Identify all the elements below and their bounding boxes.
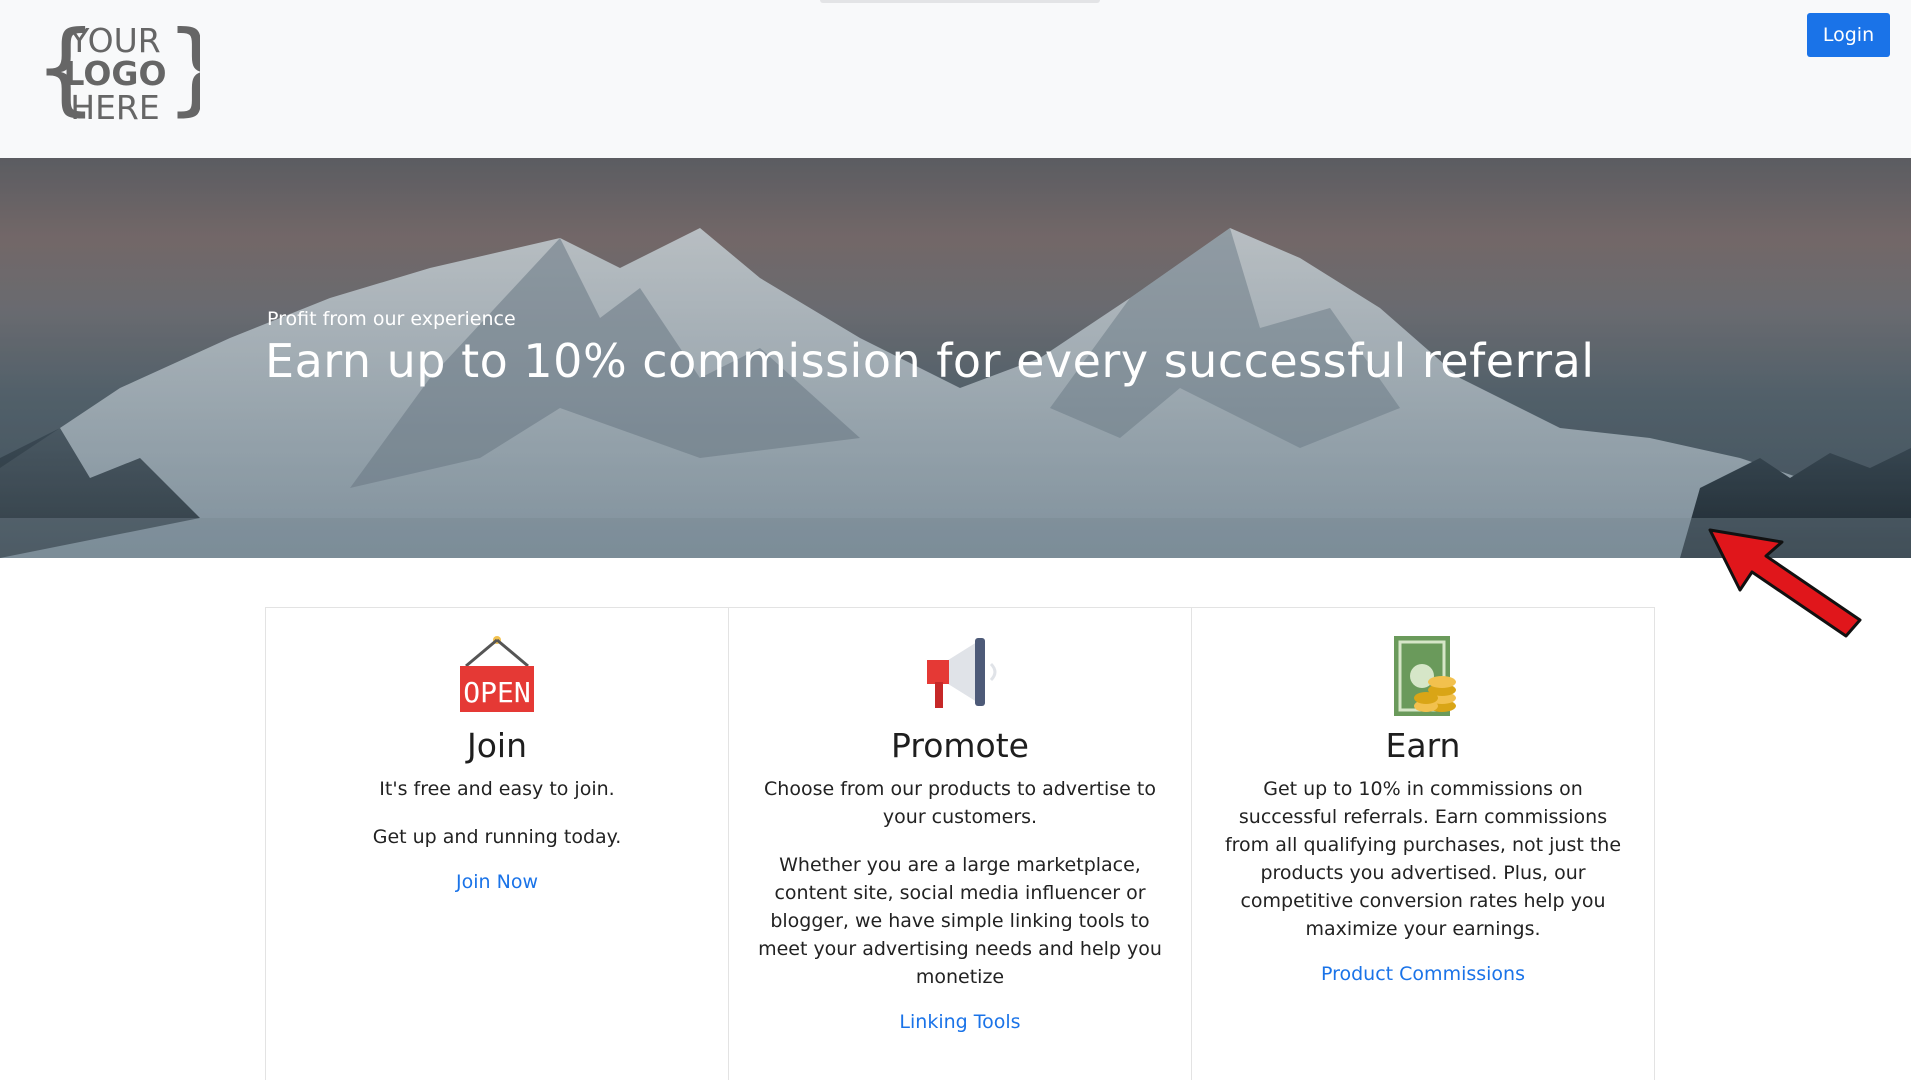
card-text: Get up and running today. — [372, 826, 622, 848]
hero-subtitle: Profit from our experience — [267, 308, 516, 330]
card-join: OPEN Join It's free and easy to join. Ge… — [266, 608, 729, 1080]
site-logo[interactable]: { } YOUR LOGO HERE — [30, 18, 200, 133]
card-text: Whether you are a large marketplace, con… — [758, 854, 1162, 988]
feature-cards: OPEN Join It's free and easy to join. Ge… — [265, 607, 1655, 1080]
site-header: { } YOUR LOGO HERE Login — [0, 0, 1911, 158]
linking-tools-link[interactable]: Linking Tools — [899, 1011, 1020, 1033]
product-commissions-link[interactable]: Product Commissions — [1321, 963, 1525, 985]
svg-text:}: } — [165, 18, 200, 126]
hero-banner: Profit from our experience Earn up to 10… — [0, 158, 1911, 558]
money-coins-icon — [1394, 636, 1456, 716]
join-now-link[interactable]: Join Now — [456, 871, 538, 893]
megaphone-icon — [927, 638, 997, 708]
red-arrow-icon — [1708, 528, 1862, 638]
card-text: Get up to 10% in commissions on successf… — [1224, 778, 1622, 940]
svg-text:OPEN: OPEN — [463, 676, 530, 709]
login-button[interactable]: Login — [1807, 13, 1890, 57]
card-earn: Earn Get up to 10% in commissions on suc… — [1192, 608, 1654, 1080]
card-promote: Promote Choose from our products to adve… — [729, 608, 1192, 1080]
card-text: It's free and easy to join. — [379, 778, 615, 800]
logo-line-here: HERE — [70, 88, 159, 127]
header-decoration — [820, 0, 1100, 3]
card-title: Promote — [891, 726, 1029, 765]
open-sign-icon: OPEN — [460, 636, 534, 712]
card-title: Earn — [1385, 726, 1461, 765]
card-title: Join — [466, 726, 527, 765]
card-text: Choose from our products to advertise to… — [764, 778, 1156, 828]
hero-title: Earn up to 10% commission for every succ… — [265, 334, 1595, 388]
